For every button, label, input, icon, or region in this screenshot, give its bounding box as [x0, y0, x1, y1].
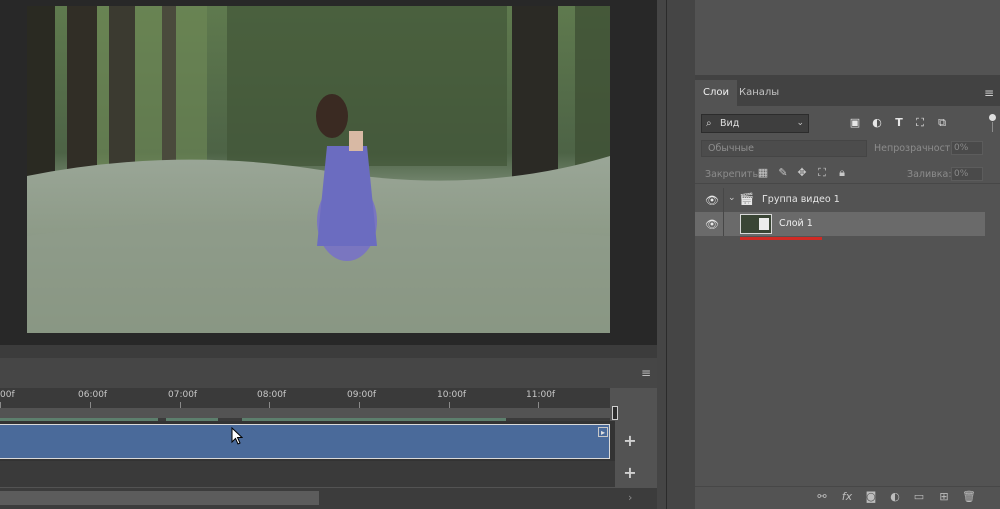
- layer-row-selected[interactable]: 👁︎ Слой 1: [695, 212, 985, 236]
- new-layer-icon[interactable]: ⊞: [937, 490, 951, 503]
- ruler-tick-label: 08:00f: [257, 390, 287, 400]
- filter-select-value: Вид: [720, 118, 740, 129]
- layers-tabbar: Слои Каналы: [695, 80, 1000, 106]
- ruler-tick-label: 06:00f: [78, 390, 108, 400]
- ruler-tick-label: 00f: [0, 390, 15, 400]
- adjustment-icon[interactable]: ◐: [888, 490, 902, 503]
- chevron-right-icon[interactable]: ›: [628, 492, 638, 504]
- panel-menu-icon[interactable]: ≡: [984, 86, 994, 100]
- mouse-cursor-icon: [231, 427, 243, 445]
- filter-toggle-line: [992, 122, 993, 132]
- audio-track-row: [0, 461, 615, 487]
- video-group-icon: 🎬︎: [739, 192, 755, 206]
- panel-dock-divider: [657, 0, 695, 509]
- layer-thumbnail[interactable]: [740, 214, 772, 234]
- eye-icon[interactable]: 👁︎: [705, 194, 719, 207]
- timeline-scroll-thumb[interactable]: [0, 491, 319, 505]
- fx-icon[interactable]: fx: [840, 490, 854, 503]
- link-icon[interactable]: ⚯: [815, 490, 829, 503]
- video-clip[interactable]: [0, 424, 610, 459]
- lock-pixels-icon[interactable]: ✎: [776, 166, 790, 180]
- lock-position-icon[interactable]: ✥: [795, 166, 809, 180]
- ruler-tick-label: 10:00f: [437, 390, 467, 400]
- chevron-down-icon: ⌄: [796, 118, 804, 128]
- upper-panel: [695, 0, 1000, 75]
- mask-icon[interactable]: ◙: [864, 490, 878, 503]
- divider-line: [666, 0, 667, 509]
- fill-label: Заливка:: [907, 169, 952, 180]
- fill-field[interactable]: 0%: [951, 167, 983, 181]
- ruler-tick-label: 09:00f: [347, 390, 377, 400]
- tab-channels[interactable]: Каналы: [731, 80, 787, 106]
- chevron-down-icon[interactable]: ⌄: [728, 193, 736, 203]
- add-media-button[interactable]: +: [620, 431, 640, 451]
- row-separator: [723, 188, 724, 212]
- opacity-field[interactable]: 0%: [951, 141, 983, 155]
- lock-artboard-icon[interactable]: ⛶: [815, 166, 829, 180]
- layer-name: Слой 1: [779, 218, 813, 229]
- clip-options-icon[interactable]: ▸: [598, 427, 608, 437]
- video-frame[interactable]: [27, 6, 610, 333]
- image-filter-icon[interactable]: ▣: [848, 116, 862, 130]
- lock-all-icon[interactable]: 🔒︎: [835, 166, 849, 180]
- timeline-header: [0, 358, 657, 388]
- folder-icon[interactable]: ▭: [912, 490, 926, 503]
- lock-row-separator: [695, 183, 1000, 184]
- forest-scene-image: [27, 6, 610, 333]
- adjustment-filter-icon[interactable]: ◐: [870, 116, 884, 130]
- layer-row-group[interactable]: 👁︎ ⌄ 🎬︎ Группа видео 1: [695, 188, 985, 212]
- row-separator: [723, 212, 724, 236]
- opacity-label: Непрозрачность:: [874, 143, 960, 154]
- work-area-end-handle[interactable]: [612, 406, 618, 420]
- red-underline-annotation: [740, 237, 822, 240]
- eye-icon[interactable]: 👁︎: [705, 218, 719, 231]
- layer-name: Группа видео 1: [762, 194, 840, 205]
- lock-transparency-icon[interactable]: ▦: [756, 166, 770, 180]
- search-icon: ⌕: [706, 118, 712, 129]
- ruler-tick-label: 11:00f: [526, 390, 556, 400]
- layer-filter-select[interactable]: ⌕ Вид ⌄: [701, 114, 809, 133]
- shape-filter-icon[interactable]: ⛶: [913, 116, 927, 130]
- ruler-tick-label: 07:00f: [168, 390, 198, 400]
- timeline-ruler[interactable]: 00f 06:00f 07:00f 08:00f 09:00f 10:00f 1…: [0, 388, 610, 408]
- add-audio-button[interactable]: +: [620, 463, 640, 483]
- filter-toggle-icon[interactable]: [989, 114, 996, 121]
- lock-label: Закрепить:: [705, 169, 762, 180]
- blend-mode-select[interactable]: Обычные: [701, 140, 867, 157]
- canvas-bottom-bar: [0, 345, 657, 358]
- trash-icon[interactable]: 🗑︎: [962, 490, 976, 503]
- type-filter-icon[interactable]: T: [892, 116, 906, 130]
- film-icon: [759, 218, 769, 230]
- smart-object-filter-icon[interactable]: ⧉: [935, 116, 949, 130]
- timeline-menu-icon[interactable]: ≡: [641, 367, 653, 379]
